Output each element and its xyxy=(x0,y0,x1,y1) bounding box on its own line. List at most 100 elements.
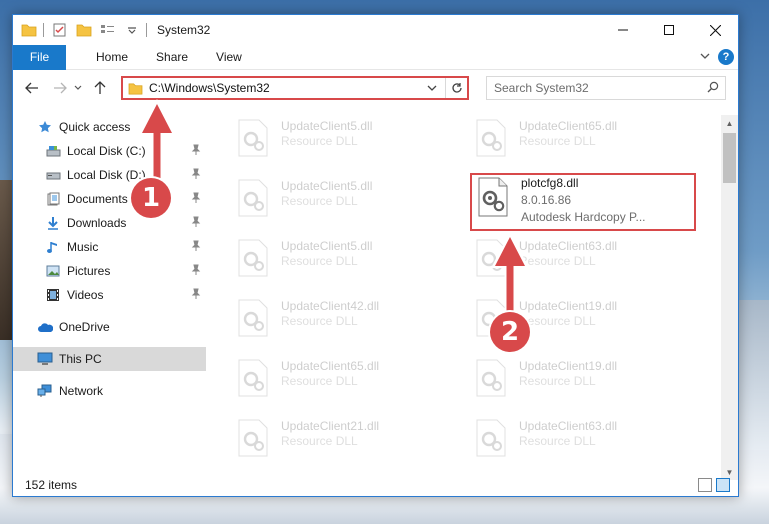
sidebar-item-this-pc[interactable]: This PC xyxy=(13,347,206,371)
step-badge-1: 1 xyxy=(131,178,171,218)
details-view-icon[interactable] xyxy=(698,478,712,492)
view-switcher xyxy=(698,478,730,492)
vertical-scrollbar[interactable]: ▲ ▼ xyxy=(721,115,738,480)
computer-icon xyxy=(37,351,53,367)
chevron-down-icon[interactable] xyxy=(427,82,437,96)
file-name: UpdateClient5.dll xyxy=(281,119,373,133)
pin-icon[interactable] xyxy=(191,216,201,231)
network-icon xyxy=(37,383,53,399)
pin-icon[interactable] xyxy=(191,144,201,159)
file-type: Resource DLL xyxy=(281,314,358,328)
file-name: UpdateClient21.dll xyxy=(281,419,380,433)
file-type: Resource DLL xyxy=(519,374,596,388)
file-item[interactable]: UpdateClient5.dll Resource DLL xyxy=(233,117,443,165)
sidebar-item-pictures[interactable]: Pictures xyxy=(13,259,206,283)
search-box[interactable]: Search System32 xyxy=(486,76,726,100)
pin-icon[interactable] xyxy=(191,240,201,255)
star-icon xyxy=(37,119,53,135)
file-name: UpdateClient5.dll xyxy=(281,179,373,193)
dll-file-icon xyxy=(237,179,271,219)
sidebar-item-onedrive[interactable]: OneDrive xyxy=(13,315,206,339)
sidebar-item-videos[interactable]: Videos xyxy=(13,283,206,307)
file-item[interactable]: UpdateClient21.dll Resource DLL xyxy=(233,417,443,465)
file-type: Resource DLL xyxy=(281,254,358,268)
dll-file-icon xyxy=(475,119,509,159)
item-count: 152 items xyxy=(25,478,78,492)
dll-file-icon xyxy=(237,359,271,399)
back-button[interactable] xyxy=(21,77,43,99)
address-path: C:\Windows\System32 xyxy=(149,81,270,95)
window-title: System32 xyxy=(157,23,211,37)
sidebar-item-downloads[interactable]: Downloads xyxy=(13,211,206,235)
dll-file-icon xyxy=(237,239,271,279)
folder-icon xyxy=(21,22,37,38)
tab-share[interactable]: Share xyxy=(142,50,202,64)
drive-icon xyxy=(45,167,61,183)
music-icon xyxy=(45,239,61,255)
explorer-window: System32 File Home Share View ? C:\Windo… xyxy=(12,14,739,497)
videos-icon xyxy=(45,287,61,303)
file-item[interactable]: UpdateClient19.dll Resource DLL xyxy=(471,357,681,405)
search-icon[interactable] xyxy=(707,81,719,96)
file-type: Resource DLL xyxy=(519,434,596,448)
file-name: UpdateClient65.dll xyxy=(281,359,380,373)
minimize-button[interactable] xyxy=(600,15,646,45)
pin-icon[interactable] xyxy=(191,288,201,303)
sidebar-item-label: Videos xyxy=(67,288,104,302)
download-icon xyxy=(45,215,61,231)
toolbar-separator xyxy=(43,23,44,37)
sidebar-item-label: Pictures xyxy=(67,264,111,278)
file-list: UpdateClient5.dll Resource DLL UpdateCli… xyxy=(221,113,721,473)
tab-file[interactable]: File xyxy=(13,44,66,70)
file-item[interactable]: UpdateClient5.dll Resource DLL xyxy=(233,237,443,285)
file-item[interactable]: UpdateClient65.dll Resource DLL xyxy=(233,357,443,405)
tab-view[interactable]: View xyxy=(202,50,256,64)
sidebar-item-network[interactable]: Network xyxy=(13,379,206,403)
properties-icon[interactable] xyxy=(52,22,68,38)
file-name: UpdateClient63.dll xyxy=(519,419,618,433)
ribbon-tabs: File Home Share View ? xyxy=(13,44,738,70)
view-options-icon[interactable] xyxy=(100,22,116,38)
new-folder-icon[interactable] xyxy=(76,22,92,38)
sidebar-item-label: OneDrive xyxy=(59,320,110,334)
file-name: UpdateClient19.dll xyxy=(519,359,618,373)
tab-home[interactable]: Home xyxy=(82,50,142,64)
toolbar-separator xyxy=(146,23,147,37)
tiles-view-icon[interactable] xyxy=(716,478,730,492)
scroll-up-arrow-icon[interactable]: ▲ xyxy=(721,115,738,131)
chevron-down-icon[interactable] xyxy=(700,50,710,64)
help-icon[interactable]: ? xyxy=(718,49,734,65)
file-item[interactable]: UpdateClient5.dll Resource DLL xyxy=(233,177,443,225)
pin-icon[interactable] xyxy=(191,168,201,183)
file-type: Resource DLL xyxy=(281,194,358,208)
close-button[interactable] xyxy=(692,15,738,45)
file-name: UpdateClient5.dll xyxy=(281,239,373,253)
drive-icon xyxy=(45,143,61,159)
recent-locations-button[interactable] xyxy=(71,77,85,99)
pin-icon[interactable] xyxy=(191,264,201,279)
file-name: UpdateClient65.dll xyxy=(519,119,618,133)
file-item[interactable]: UpdateClient63.dll Resource DLL xyxy=(471,417,681,465)
window-controls xyxy=(600,15,738,45)
scroll-thumb[interactable] xyxy=(723,133,736,183)
dll-file-icon xyxy=(475,419,509,459)
sidebar-item-music[interactable]: Music xyxy=(13,235,206,259)
up-button[interactable] xyxy=(89,77,111,99)
pin-icon[interactable] xyxy=(191,192,201,207)
file-item[interactable]: UpdateClient65.dll Resource DLL xyxy=(471,117,681,165)
customize-toolbar-icon[interactable] xyxy=(124,22,140,38)
desktop-snow-patch xyxy=(739,300,769,450)
status-bar: 152 items xyxy=(13,474,738,496)
documents-icon xyxy=(45,191,61,207)
file-name: UpdateClient42.dll xyxy=(281,299,380,313)
search-input[interactable]: Search System32 xyxy=(494,81,707,95)
file-type: Resource DLL xyxy=(281,134,358,148)
forward-button[interactable] xyxy=(49,77,71,99)
sidebar-item-label: Network xyxy=(59,384,104,398)
file-item[interactable]: UpdateClient42.dll Resource DLL xyxy=(233,297,443,345)
ribbon-right-controls: ? xyxy=(700,49,734,65)
maximize-button[interactable] xyxy=(646,15,692,45)
refresh-icon[interactable] xyxy=(445,78,467,98)
file-type: Resource DLL xyxy=(519,134,596,148)
sidebar-item-label: Downloads xyxy=(67,216,127,230)
